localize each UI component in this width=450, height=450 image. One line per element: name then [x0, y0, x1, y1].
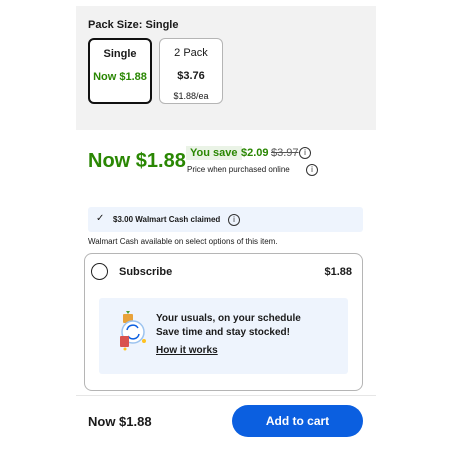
subscription-promo: Your usuals, on your schedule Save time …	[99, 298, 348, 374]
footer-price: Now $1.88	[88, 414, 152, 429]
save-amount: $2.09	[241, 147, 269, 159]
was-price: $3.97	[271, 147, 299, 159]
add-to-cart-button[interactable]: Add to cart	[232, 405, 363, 437]
check-icon: ✓	[96, 213, 105, 224]
promo-subheadline: Save time and stay stocked!	[156, 327, 290, 338]
footer-divider	[76, 395, 376, 396]
walmart-cash-claimed-box: ✓ $3.00 Walmart Cash claimed i	[88, 207, 363, 232]
pack-size-title: Pack Size: Single	[88, 19, 179, 31]
subscription-illustration-icon	[120, 311, 146, 351]
pack-option-2-pack[interactable]: 2 Pack $3.76 $1.88/ea	[159, 38, 223, 104]
pack-size-panel: Pack Size: Single Single Now $1.88 2 Pac…	[76, 6, 376, 130]
walmart-cash-claimed-text: $3.00 Walmart Cash claimed	[113, 215, 221, 224]
current-price: Now $1.88	[88, 150, 186, 172]
subscribe-option-card[interactable]: Subscribe $1.88 Your usuals, on your sch…	[84, 253, 363, 391]
pack-option-price: Now $1.88	[93, 71, 147, 83]
price-note: Price when purchased online	[187, 165, 290, 174]
radio-icon[interactable]	[91, 263, 108, 280]
walmart-cash-note: Walmart Cash available on select options…	[88, 237, 278, 246]
promo-headline: Your usuals, on your schedule	[156, 313, 301, 324]
info-icon[interactable]: i	[306, 164, 318, 176]
subscribe-label: Subscribe	[119, 266, 173, 278]
pack-option-unit-price: $1.88/ea	[173, 91, 209, 101]
subscribe-price: $1.88	[324, 266, 352, 278]
pack-option-name: Single	[103, 48, 137, 60]
pack-option-single[interactable]: Single Now $1.88	[88, 38, 152, 104]
how-it-works-link[interactable]: How it works	[156, 345, 218, 356]
pack-option-price: $3.76	[177, 70, 205, 82]
you-save-badge: You save	[186, 146, 242, 160]
info-icon[interactable]: i	[228, 214, 240, 226]
pack-option-name: 2 Pack	[174, 47, 208, 59]
info-icon[interactable]: i	[299, 147, 311, 159]
